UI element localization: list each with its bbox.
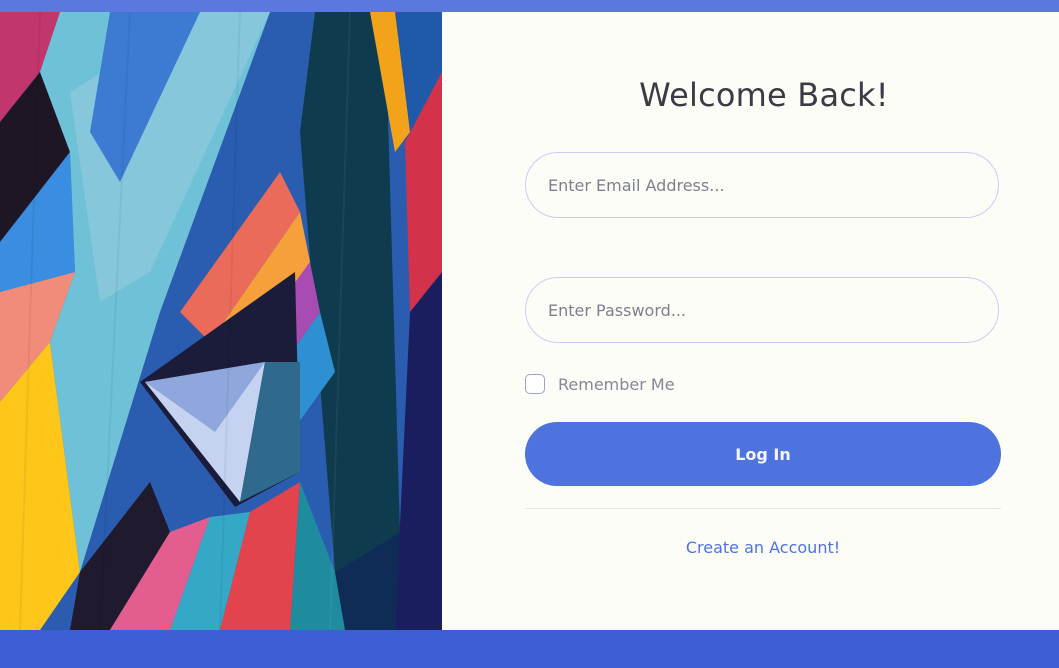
remember-me-row: Remember Me	[525, 373, 675, 395]
login-card: Welcome Back! Remember Me Log In Create …	[0, 12, 1059, 630]
top-band	[0, 0, 1059, 12]
login-form-panel: Welcome Back! Remember Me Log In Create …	[442, 12, 1059, 630]
remember-me-checkbox[interactable]	[525, 374, 545, 394]
remember-me-label[interactable]: Remember Me	[558, 375, 675, 394]
create-account-link[interactable]: Create an Account!	[525, 538, 1001, 557]
page-title: Welcome Back!	[639, 76, 889, 114]
email-input[interactable]	[525, 152, 999, 218]
divider	[525, 508, 1001, 509]
password-input[interactable]	[525, 277, 999, 343]
bottom-band	[0, 630, 1059, 668]
abstract-art-image	[0, 12, 442, 630]
login-button[interactable]: Log In	[525, 422, 1001, 486]
